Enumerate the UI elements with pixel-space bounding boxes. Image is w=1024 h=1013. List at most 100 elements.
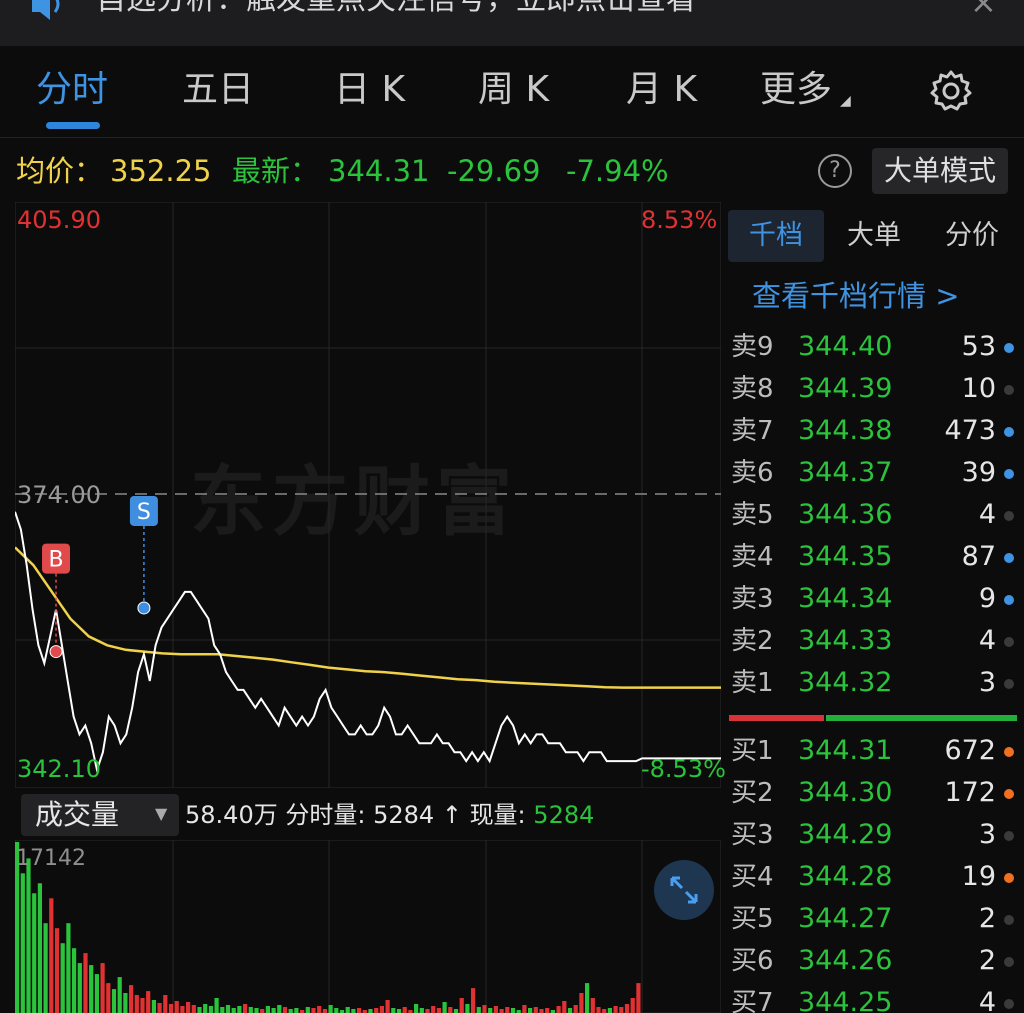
volume-bar <box>630 998 635 1013</box>
bid-quantity: 172 <box>944 777 996 808</box>
volume-bar <box>288 1009 293 1013</box>
bid-row-2[interactable]: 买2 344.30 172 <box>722 772 1024 814</box>
bid-row-4[interactable]: 买4 344.28 19 <box>722 856 1024 898</box>
bid-price: 344.27 <box>798 903 893 934</box>
ask-level-label: 卖6 <box>731 458 774 488</box>
volume-bar <box>522 1005 527 1013</box>
avg-price-label: 均价： <box>16 154 104 188</box>
low-pct-label: -8.53% <box>641 755 726 783</box>
volume-bar <box>488 1008 493 1013</box>
ask-price: 344.38 <box>798 415 893 446</box>
high-pct-label: 8.53% <box>641 206 718 234</box>
ask-row-2[interactable]: 卖8 344.39 10 <box>722 368 1024 410</box>
tab-weekly-k[interactable]: 周 K <box>478 68 549 112</box>
tab-big-orders[interactable]: 大单 <box>826 210 922 262</box>
ask-level-label: 卖7 <box>731 416 774 446</box>
ask-row-7[interactable]: 卖3 344.34 9 <box>722 578 1024 620</box>
volume-bar <box>32 893 37 1013</box>
ask-price: 344.36 <box>798 499 893 530</box>
order-flag-dot <box>1004 831 1014 841</box>
volume-bar <box>471 988 476 1013</box>
tab-more[interactable]: 更多 ◢ <box>760 68 851 123</box>
close-icon[interactable]: × <box>970 0 997 22</box>
active-tab-indicator <box>46 122 100 129</box>
volume-bar <box>602 1009 607 1013</box>
bid-row-3[interactable]: 买3 344.29 3 <box>722 814 1024 856</box>
ask-level-label: 卖8 <box>731 374 774 404</box>
tab-price-distribution[interactable]: 分价 <box>924 210 1020 262</box>
volume-bar <box>37 883 42 1013</box>
volume-bar <box>248 1007 253 1013</box>
volume-bar <box>345 1007 350 1013</box>
indicator-select[interactable]: 成交量 ▼ <box>21 794 179 836</box>
volume-bar <box>72 948 77 1013</box>
volume-bar <box>305 1007 310 1013</box>
volume-bar <box>419 1008 424 1013</box>
bid-level-label: 买4 <box>731 862 774 892</box>
ask-row-1[interactable]: 卖9 344.40 53 <box>722 326 1024 368</box>
volume-bar <box>482 1005 487 1013</box>
volume-bar <box>117 977 122 1013</box>
tab-monthly-k[interactable]: 月 K <box>626 68 697 112</box>
ask-row-4[interactable]: 卖6 344.37 39 <box>722 452 1024 494</box>
price-change-pct: -7.94% <box>566 154 669 188</box>
notification-banner[interactable]: 自选分析：触发重点关注信号，立即点击查看 × <box>0 0 1024 46</box>
volume-bar <box>613 1006 618 1013</box>
bid-quantity: 3 <box>978 819 996 850</box>
ask-level-label: 卖2 <box>731 626 774 656</box>
volume-chart[interactable] <box>14 839 722 1013</box>
order-flag-dot <box>1004 747 1014 757</box>
volume-bar <box>231 1008 236 1013</box>
marker-label-S: S <box>137 500 151 525</box>
volume-bar <box>425 1009 430 1013</box>
tab-daily-k[interactable]: 日 K <box>334 68 405 112</box>
expand-chart-button[interactable] <box>654 860 714 920</box>
ask-quantity: 473 <box>944 415 996 446</box>
volume-bar <box>328 1005 333 1013</box>
gear-icon[interactable] <box>928 68 974 114</box>
intraday-price-chart[interactable]: 东方财富 BS 405.90 8.53% 374.00 342.10 -8.53… <box>15 202 726 788</box>
volume-bar <box>20 873 25 1013</box>
volume-bar <box>83 953 88 1013</box>
volume-bar <box>476 1007 481 1013</box>
tab-more-label: 更多 <box>760 69 833 110</box>
ask-row-8[interactable]: 卖2 344.33 4 <box>722 620 1024 662</box>
volume-bar <box>180 1006 185 1013</box>
volume-bar <box>94 974 99 1013</box>
bid-level-label: 买2 <box>731 778 774 808</box>
view-depth-link[interactable]: 查看千档行情 > <box>752 276 960 316</box>
ask-row-9[interactable]: 卖1 344.32 3 <box>722 662 1024 704</box>
volume-bar <box>545 1008 550 1013</box>
total-volume: 58.40万 <box>185 801 278 829</box>
price-info-row: 均价： 352.25 最新： 344.31 -29.69 -7.94% ? 大单… <box>0 140 1024 202</box>
bid-row-5[interactable]: 买5 344.27 2 <box>722 898 1024 940</box>
ask-row-3[interactable]: 卖7 344.38 473 <box>722 410 1024 452</box>
tab-depth-thousand[interactable]: 千档 <box>728 210 824 262</box>
volume-bar <box>499 1009 504 1013</box>
ask-price: 344.33 <box>798 625 893 656</box>
volume-bar <box>225 1005 231 1013</box>
volume-bar <box>533 1007 538 1013</box>
big-order-mode-button[interactable]: 大单模式 <box>872 148 1008 194</box>
tab-five-day[interactable]: 五日 <box>182 68 254 112</box>
bid-row-7[interactable]: 买7 344.25 4 <box>722 982 1024 1013</box>
help-icon[interactable]: ? <box>818 154 852 188</box>
volume-bar <box>414 1004 419 1013</box>
bid-price: 344.30 <box>798 777 893 808</box>
volume-bar <box>562 1001 567 1013</box>
volume-bar <box>43 923 48 1013</box>
ask-quantity: 4 <box>978 499 996 530</box>
bid-row-1[interactable]: 买1 344.31 672 <box>722 730 1024 772</box>
volume-toolbar: 成交量 ▼ 58.40万 分时量: 5284 ↑ 现量: 5284 <box>15 790 721 840</box>
volume-bar <box>134 995 139 1013</box>
volume-bar <box>26 858 31 1013</box>
volume-max-label: 17142 <box>16 846 86 871</box>
bid-row-6[interactable]: 买6 344.26 2 <box>722 940 1024 982</box>
volume-bar <box>607 1008 612 1013</box>
tab-intraday[interactable]: 分时 <box>36 68 108 112</box>
ask-row-6[interactable]: 卖4 344.35 87 <box>722 536 1024 578</box>
ask-level-label: 卖3 <box>731 584 774 614</box>
volume-bar <box>197 1007 202 1013</box>
ask-row-5[interactable]: 卖5 344.36 4 <box>722 494 1024 536</box>
volume-bar <box>237 1006 242 1013</box>
